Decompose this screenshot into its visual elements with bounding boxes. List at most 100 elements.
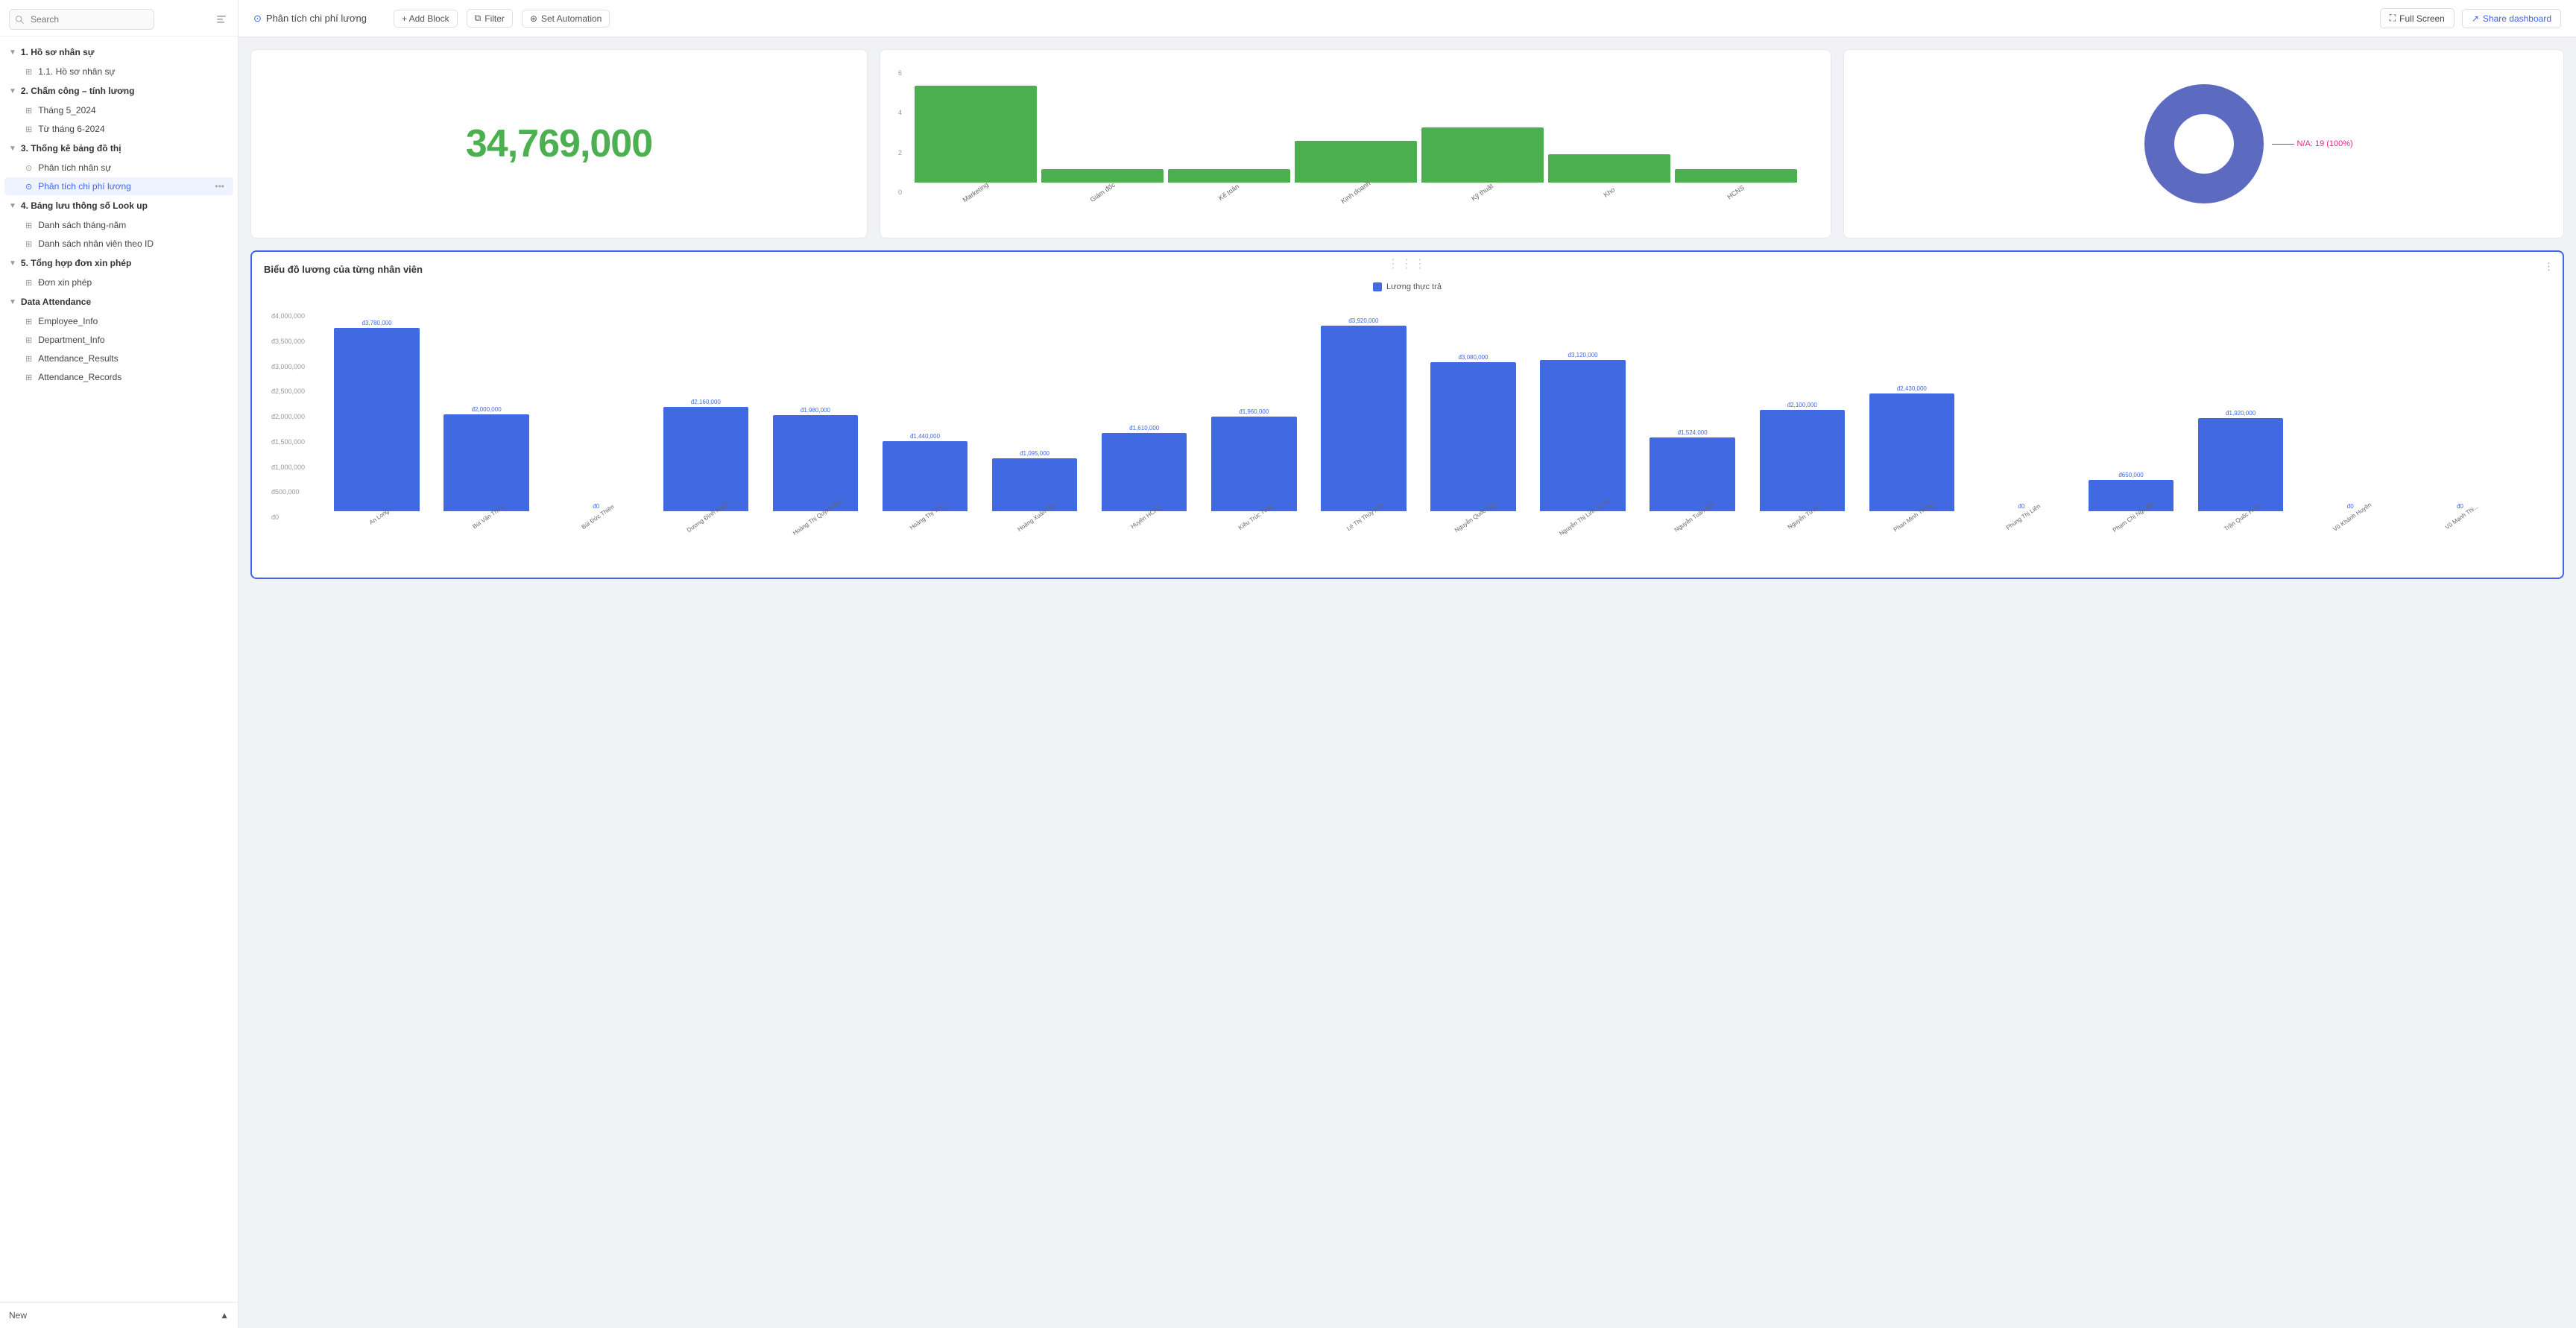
dashboard-content: 34,769,000 6 4 2 0 MarketingGiám đốcKế t… <box>239 37 2576 1328</box>
main-bar-chart: đ4,000,000 đ3,500,000 đ3,000,000 đ2,500,… <box>264 297 2551 566</box>
topbar: ⊙ Phân tích chi phí lương + Add Block ⧉ … <box>239 0 2576 37</box>
collapse-button[interactable] <box>214 11 229 28</box>
stat-card: 34,769,000 <box>250 49 868 238</box>
main-bar-item: đ1,524,000Nguyễn Tuấn Anh <box>1639 312 1746 521</box>
filter-button[interactable]: ⧉ Filter <box>467 9 513 28</box>
bar-value-label: đ3,080,000 <box>1443 354 1503 361</box>
bar-value-label: đ2,000,000 <box>457 406 517 413</box>
chevron-up-icon: ▲ <box>220 1310 229 1321</box>
clock-icon: ⊙ <box>253 13 262 25</box>
legend-label: Lương thực trả <box>1386 282 1442 291</box>
sidebar-group-data-attendance[interactable]: ▼ Data Attendance <box>0 292 238 312</box>
bar-value-label: đ2,100,000 <box>1772 402 1832 408</box>
grid-icon: ⊞ <box>25 354 32 364</box>
bar-value-label: đ0 <box>566 503 626 510</box>
main-bar-item: đ2,430,000Phan Minh Thắng <box>1858 312 1965 521</box>
bar-value-label: đ1,095,000 <box>1005 450 1064 457</box>
mini-bar-label: Kho <box>1602 186 1616 198</box>
grid-icon: ⊞ <box>25 335 32 345</box>
grid-icon: ⊞ <box>25 239 32 249</box>
fullscreen-button[interactable]: ⛶ Full Screen <box>2380 8 2455 28</box>
main-chart-card: ⋮⋮⋮ Biểu đồ lương của từng nhân viên ⋮ L… <box>250 250 2564 579</box>
sidebar-item-danh-sach-thang-nam[interactable]: ⊞ Danh sách tháng-năm <box>4 216 233 234</box>
drag-handle[interactable]: ⋮⋮⋮ <box>1387 256 1427 271</box>
add-block-button[interactable]: + Add Block <box>394 10 458 28</box>
main-content: ⊙ Phân tích chi phí lương + Add Block ⧉ … <box>239 0 2576 1328</box>
sidebar-group-4[interactable]: ▼ 4. Bảng lưu thông số Look up <box>0 196 238 215</box>
main-bar <box>883 441 967 511</box>
fullscreen-icon: ⛶ <box>2390 13 2396 24</box>
main-bar <box>1869 393 1954 511</box>
chart-options-button[interactable]: ⋮ <box>2544 261 2554 273</box>
sidebar-item-phan-tich-nhan-su[interactable]: ⊙ Phân tích nhân sự <box>4 159 233 177</box>
mini-bar-item: Kho <box>1548 69 1670 196</box>
sidebar-item-thang5[interactable]: ⊞ Tháng 5_2024 <box>4 101 233 119</box>
main-bar-item: đ1,610,000Huyền HCNS <box>1091 312 1198 521</box>
search-wrap <box>9 9 208 30</box>
main-bar-item: đ3,780,000An Long <box>323 312 430 521</box>
search-icon <box>15 15 24 24</box>
sidebar-bottom[interactable]: New ▲ <box>0 1302 238 1328</box>
chart-legend: Lương thực trả <box>264 282 2551 291</box>
item-options[interactable]: ••• <box>215 181 224 192</box>
mini-bar-label: Marketing <box>962 181 990 204</box>
grid-icon: ⊞ <box>25 221 32 230</box>
mini-bar-item: Kỹ thuật <box>1421 69 1544 196</box>
sidebar-item-employee-info[interactable]: ⊞ Employee_Info <box>4 312 233 330</box>
bar-value-label: đ3,920,000 <box>1333 317 1393 324</box>
main-bar-item: đ3,920,000Lê Thị Thúy Anh <box>1310 312 1417 521</box>
mini-bar-chart: 6 4 2 0 MarketingGiám đốcKế toánKinh doa… <box>892 62 1819 226</box>
sidebar-item-attendance-records[interactable]: ⊞ Attendance_Records <box>4 368 233 386</box>
topbar-right: ⛶ Full Screen ↗ Share dashboard <box>2380 8 2561 28</box>
sidebar-item-phan-tich-chi-phi-luong[interactable]: ⊙ Phân tích chi phí lương ••• <box>4 177 233 195</box>
grid-icon: ⊞ <box>25 373 32 382</box>
sidebar-item-thang6[interactable]: ⊞ Từ tháng 6-2024 <box>4 120 233 138</box>
mini-bar-card: 6 4 2 0 MarketingGiám đốcKế toánKinh doa… <box>880 49 1831 238</box>
mini-bar-label: Giám đốc <box>1088 181 1116 203</box>
bar-value-label: đ0 <box>2430 503 2490 510</box>
main-bar-item: đ0Bùi Đức Thiên <box>543 312 649 521</box>
sidebar-item-attendance-results[interactable]: ⊞ Attendance_Results <box>4 350 233 367</box>
mini-bar-label: Kế toán <box>1217 183 1240 202</box>
grid-icon: ⊞ <box>25 106 32 116</box>
mini-bar-item: Marketing <box>915 69 1037 196</box>
sidebar-group-2[interactable]: ▼ 2. Chấm công – tính lương <box>0 81 238 101</box>
mini-bar-item: Giám đốc <box>1041 69 1164 196</box>
sidebar-item-ho-so-nhan-su[interactable]: ⊞ 1.1. Hồ sơ nhân sự <box>4 63 233 80</box>
stat-value: 34,769,000 <box>466 121 652 166</box>
sidebar-item-department-info[interactable]: ⊞ Department_Info <box>4 331 233 349</box>
search-input[interactable] <box>9 9 154 30</box>
main-bar-item: đ2,000,000Bùi Văn Thức <box>433 312 540 521</box>
mini-bar-item: Kế toán <box>1168 69 1290 196</box>
sidebar-item-don-xin-phep[interactable]: ⊞ Đơn xin phép <box>4 273 233 291</box>
sidebar-group-1[interactable]: ▼ 1. Hồ sơ nhân sự <box>0 42 238 62</box>
main-bars-container: đ3,780,000An Longđ2,000,000Bùi Văn Thứcđ… <box>264 297 2551 566</box>
main-bar-item: đ3,120,000Nguyễn Thị Linh Trang <box>1530 312 1636 521</box>
clock-icon: ⊙ <box>25 182 32 192</box>
main-bar-item: đ0Vũ Mạnh Thi... <box>2407 312 2513 521</box>
mini-bar-item: HCNS <box>1675 69 1797 196</box>
bar-value-label: đ1,610,000 <box>1114 425 1174 431</box>
mini-bar-label: Kỹ thuật <box>1470 182 1494 202</box>
sidebar-group-3[interactable]: ▼ 3. Thống kê bảng đồ thị <box>0 139 238 158</box>
donut-card: N/A: 19 (100%) <box>1843 49 2564 238</box>
bar-value-label: đ1,524,000 <box>1663 429 1723 436</box>
sidebar-item-danh-sach-nhan-vien[interactable]: ⊞ Danh sách nhân viên theo ID <box>4 235 233 253</box>
mini-bar <box>1675 169 1797 183</box>
share-dashboard-button[interactable]: ↗ Share dashboard <box>2462 9 2561 28</box>
set-automation-button[interactable]: ⊛ Set Automation <box>522 10 610 28</box>
main-bar <box>1321 326 1406 511</box>
main-bar-item: đ2,160,000Dương Đình Ngọc <box>652 312 759 521</box>
sidebar: ▼ 1. Hồ sơ nhân sự ⊞ 1.1. Hồ sơ nhân sự … <box>0 0 239 1328</box>
main-bar <box>1102 433 1187 511</box>
legend-color-box <box>1373 282 1382 291</box>
main-bar-item: đ1,980,000Hoàng Thị Quỳnh Anh <box>762 312 868 521</box>
bar-value-label: đ2,430,000 <box>1882 385 1942 392</box>
main-bar <box>773 415 858 511</box>
bar-value-label: đ0 <box>1992 503 2051 510</box>
main-bar <box>1540 360 1625 511</box>
mini-bar-label: Kinh doanh <box>1339 180 1371 205</box>
sidebar-group-5[interactable]: ▼ 5. Tổng hợp đơn xin phép <box>0 253 238 273</box>
main-bar-item: đ2,100,000Nguyễn Tú An <box>1749 312 1855 521</box>
mini-bar <box>1041 169 1164 183</box>
